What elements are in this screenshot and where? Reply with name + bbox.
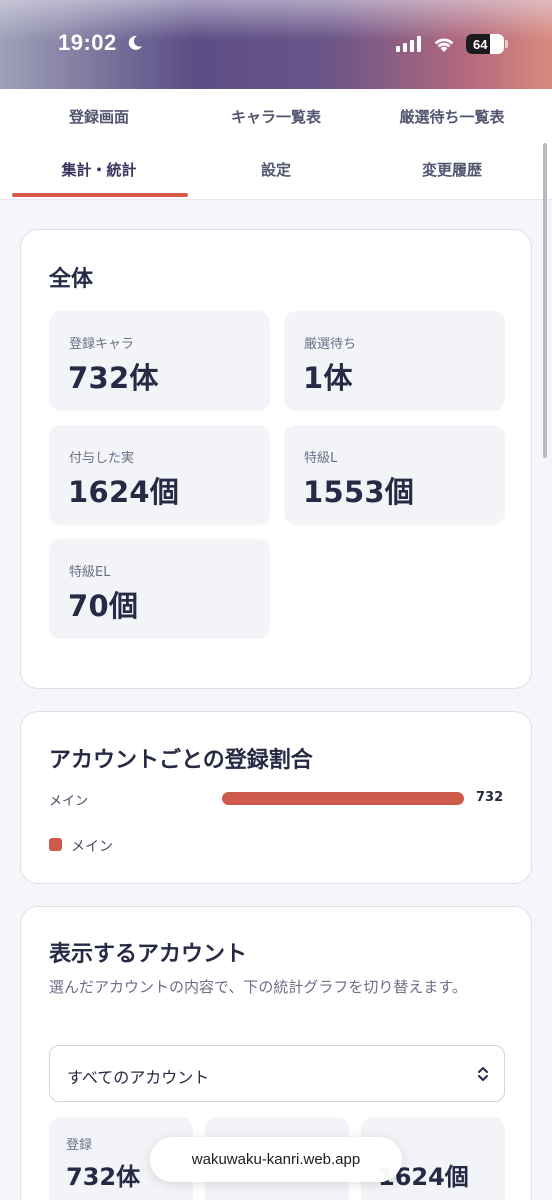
- tab-waiting-list[interactable]: 厳選待ち一覧表: [360, 89, 544, 144]
- bar-track: [222, 792, 464, 805]
- stat-value: 732体: [68, 361, 159, 395]
- stat-value: 1624個: [68, 475, 180, 509]
- battery-level: 64: [473, 36, 488, 52]
- battery-cap: [505, 40, 508, 48]
- stat-label: 特級EL: [69, 565, 111, 580]
- stat-special-l: 特級L 1553個: [284, 425, 505, 525]
- stat-waiting: 厳選待ち 1体: [284, 311, 505, 411]
- stat-label: 付与した実: [69, 451, 135, 466]
- account-ratio-card: アカウントごとの登録割合 メイン 732 メイン: [20, 711, 532, 884]
- stat-value: 1553個: [303, 475, 415, 509]
- stat-fruits-given: 付与した実 1624個: [49, 425, 270, 525]
- stat-special-el: 特級EL 70個: [49, 539, 270, 639]
- bar-category-label: メイン: [49, 794, 89, 809]
- status-time: 19:02: [58, 30, 117, 55]
- cellular-signal-icon: [396, 36, 421, 52]
- moon-icon: [128, 35, 142, 50]
- mini-stat-value: 732体: [66, 1163, 141, 1191]
- stat-label: 厳選待ち: [304, 337, 357, 352]
- overall-title: 全体: [49, 267, 94, 292]
- tab-registration[interactable]: 登録画面: [7, 89, 191, 144]
- display-account-title: 表示するアカウント: [49, 942, 248, 967]
- stat-label: 登録キャラ: [69, 337, 135, 352]
- tab-character-list[interactable]: キャラ一覧表: [184, 89, 368, 144]
- chevron-up-down-icon: [478, 1067, 488, 1081]
- wifi-icon: [434, 38, 454, 52]
- tab-history[interactable]: 変更履歴: [360, 142, 544, 197]
- account-select[interactable]: すべてのアカウント: [49, 1045, 505, 1102]
- mini-stat-label: 登録: [66, 1138, 93, 1153]
- bar-value-label: 732: [476, 790, 504, 805]
- display-account-description: 選んだアカウントの内容で、下の統計グラフを切り替えます。: [49, 978, 467, 996]
- account-ratio-title: アカウントごとの登録割合: [49, 748, 313, 773]
- tab-settings[interactable]: 設定: [184, 142, 368, 197]
- overall-card: 全体 登録キャラ 732体 厳選待ち 1体 付与した実 1624個 特級L 15…: [20, 229, 532, 689]
- account-select-value: すべてのアカウント: [67, 1068, 210, 1087]
- stat-value: 1体: [303, 361, 353, 395]
- legend-label: メイン: [71, 839, 113, 855]
- browser-url-bar[interactable]: wakuwaku-kanri.web.app: [150, 1137, 402, 1182]
- legend-swatch: [49, 838, 62, 851]
- tab-bar: 登録画面 キャラ一覧表 厳選待ち一覧表 集計・統計 設定 変更履歴: [0, 89, 552, 200]
- stat-label: 特級L: [304, 451, 338, 466]
- stat-registered-characters: 登録キャラ 732体: [49, 311, 270, 411]
- bar-main: [222, 792, 464, 805]
- stat-value: 70個: [68, 589, 139, 623]
- battery-icon: 64: [466, 34, 504, 54]
- active-tab-indicator: [12, 193, 188, 197]
- tab-statistics[interactable]: 集計・統計: [7, 142, 191, 197]
- scrollbar[interactable]: [543, 143, 547, 458]
